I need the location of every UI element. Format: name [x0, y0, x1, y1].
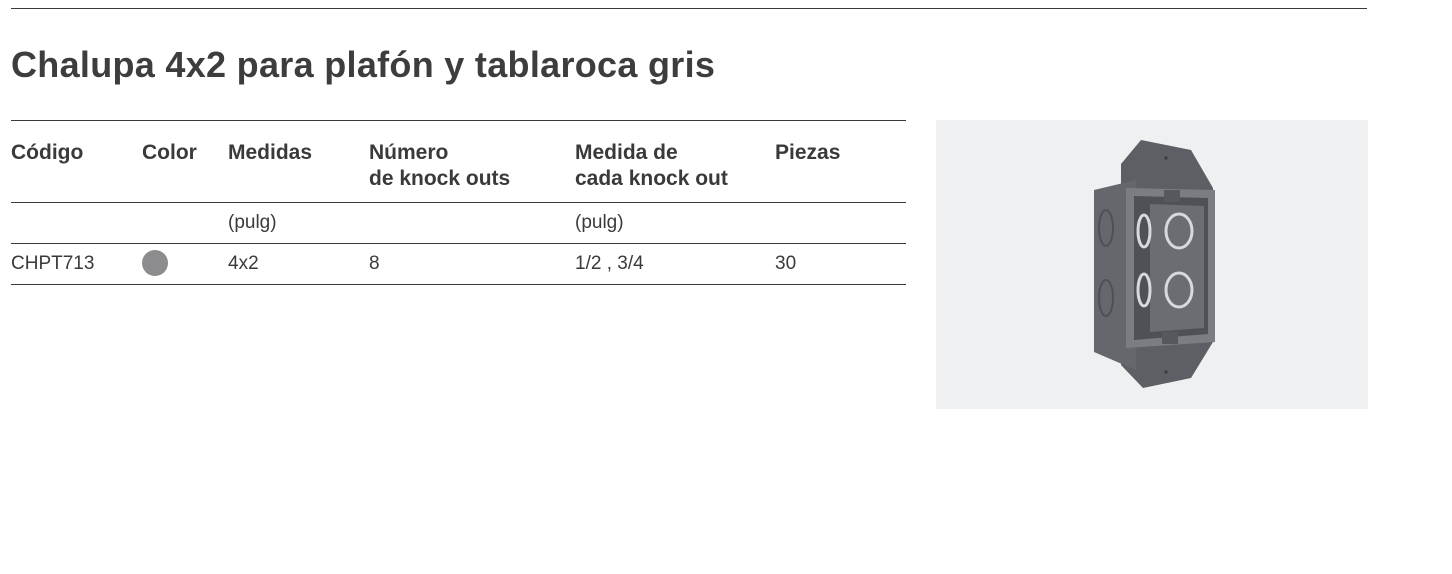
units-medidas: (pulg): [228, 202, 369, 244]
header-numero-knock-outs: Número de knock outs: [369, 120, 575, 203]
cell-medidas: 4x2: [228, 243, 369, 285]
cell-codigo: CHPT713: [11, 243, 142, 285]
header-medida-line1: Medida de: [575, 141, 678, 164]
color-swatch: [142, 250, 168, 276]
spec-table: Código Color Medidas Número de knock outs…: [11, 120, 906, 285]
electrical-box-icon: [1094, 140, 1215, 388]
units-row: (pulg) (pulg): [11, 202, 906, 244]
header-medida-knock-out: Medida de cada knock out: [575, 120, 775, 203]
header-codigo: Código: [11, 120, 142, 203]
header-numero-line2: de knock outs: [369, 167, 511, 190]
header-numero-line1: Número: [369, 141, 449, 164]
table-header-row: Código Color Medidas Número de knock outs…: [11, 120, 906, 203]
page-title: Chalupa 4x2 para plafón y tablaroca gris: [11, 44, 716, 85]
cell-piezas: 30: [775, 243, 906, 285]
header-medida-line2: cada knock out: [575, 167, 728, 190]
table-row: CHPT713 4x2 8 1/2 , 3/4 30: [11, 243, 906, 285]
product-photo: [936, 120, 1368, 409]
top-divider: [11, 8, 1367, 9]
cell-numero-knock-outs: 8: [369, 243, 575, 285]
cell-medida-knock-out: 1/2 , 3/4: [575, 243, 775, 285]
units-medida-knock-out: (pulg): [575, 202, 775, 244]
cell-color: [142, 243, 228, 285]
header-medidas: Medidas: [228, 120, 369, 203]
header-color: Color: [142, 120, 228, 203]
header-piezas: Piezas: [775, 120, 906, 203]
